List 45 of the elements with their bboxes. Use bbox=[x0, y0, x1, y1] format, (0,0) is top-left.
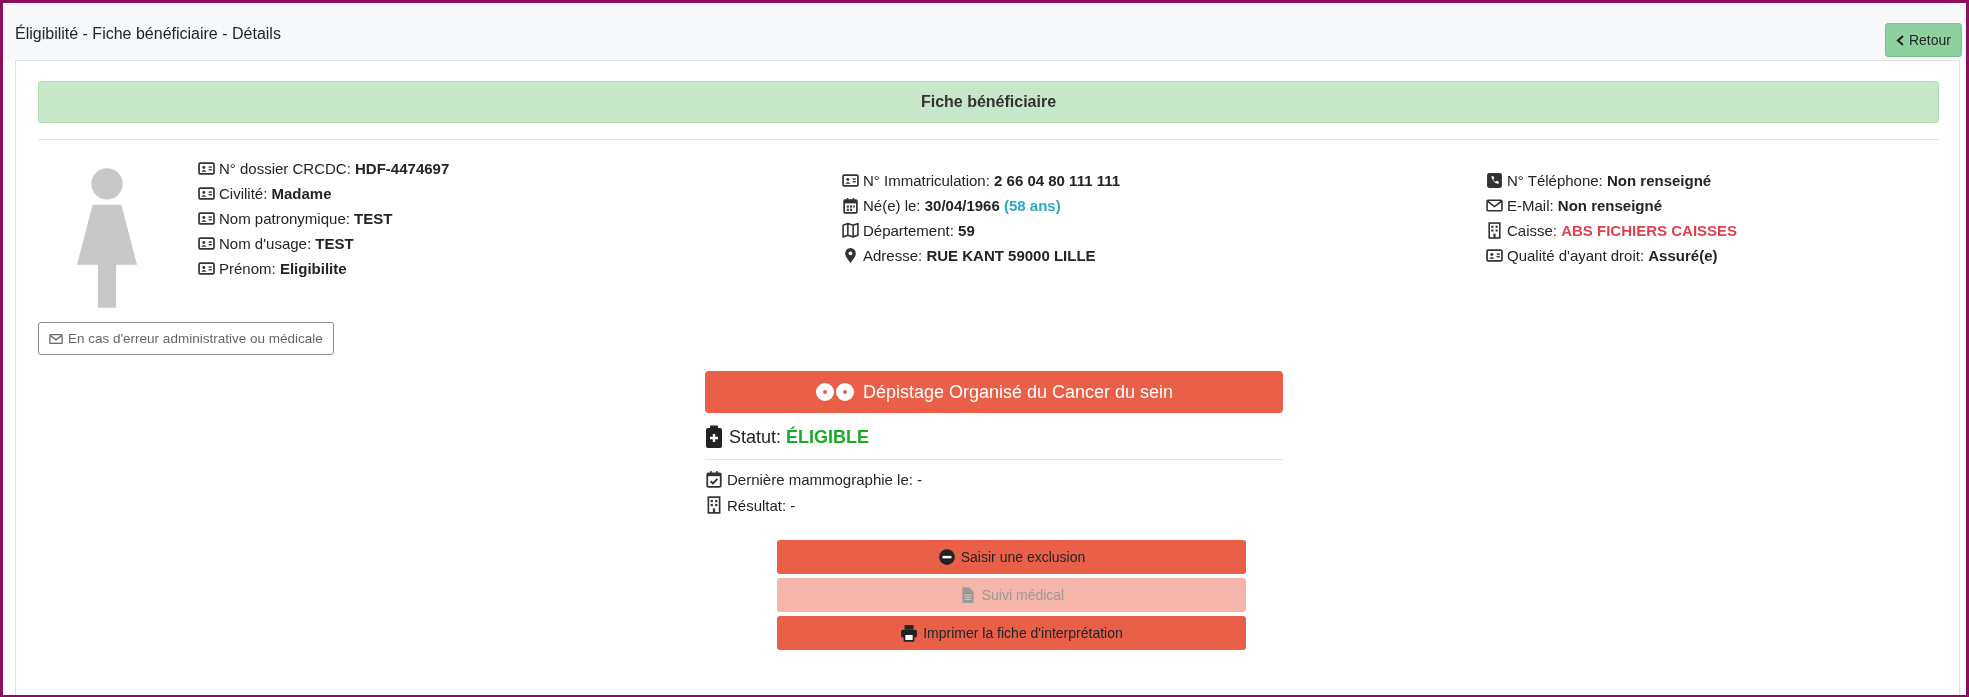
calendar-check-icon bbox=[705, 470, 723, 488]
field-text: Nom patronymique: TEST bbox=[219, 210, 393, 227]
id-card-icon bbox=[198, 260, 215, 277]
two-circles-icon bbox=[814, 382, 855, 402]
field-text: N° dossier CRCDC: HDF-4474697 bbox=[219, 160, 450, 177]
map-pin-icon bbox=[842, 247, 859, 264]
field-text: Civilité: Madame bbox=[219, 185, 332, 202]
printer-icon bbox=[900, 624, 919, 642]
envelope-icon bbox=[49, 331, 63, 346]
field-text: Résultat: - bbox=[727, 496, 796, 514]
action-button[interactable]: Saisir une exclusion bbox=[777, 540, 1246, 574]
minus-circle-icon bbox=[937, 548, 956, 566]
field-text: E-Mail: Non renseigné bbox=[1507, 197, 1663, 214]
id-card-icon bbox=[198, 235, 215, 252]
chevron-left-icon bbox=[1895, 34, 1905, 46]
back-button[interactable]: Retour bbox=[1884, 23, 1962, 57]
person-silhouette-icon bbox=[77, 168, 137, 308]
action-button[interactable]: Imprimer la fiche d'interprétation bbox=[777, 616, 1246, 650]
field-text: N° Téléphone: Non renseigné bbox=[1507, 172, 1712, 189]
clipboard-plus-icon bbox=[705, 425, 723, 449]
screening-banner: Dépistage Organisé du Cancer du sein bbox=[705, 371, 1283, 413]
envelope-icon bbox=[1486, 197, 1503, 214]
status-text: Statut: ÉLIGIBLE bbox=[729, 426, 870, 448]
field-text: Qualité d'ayant droit: Assuré(e) bbox=[1507, 247, 1718, 264]
field-text: N° Immatriculation: 2 66 04 80 111 111 bbox=[863, 172, 1121, 189]
field-text: Département: 59 bbox=[863, 222, 975, 239]
field-text: Prénom: Eligibilite bbox=[219, 260, 347, 277]
id-card-icon bbox=[842, 172, 859, 189]
section-header: Fiche bénéficiaire bbox=[38, 81, 1939, 123]
page-title: Éligibilité - Fiche bénéficiaire - Détails bbox=[15, 25, 281, 43]
id-card-icon bbox=[198, 210, 215, 227]
field-text: Caisse: ABS FICHIERS CAISSES bbox=[1507, 222, 1738, 239]
map-icon bbox=[842, 222, 859, 239]
building-icon bbox=[705, 496, 723, 514]
building-icon bbox=[1486, 222, 1503, 239]
report-error-button[interactable]: En cas d'erreur administrative ou médicale bbox=[38, 322, 334, 355]
field-text: Nom d'usage: TEST bbox=[219, 235, 354, 252]
phone-icon bbox=[1486, 172, 1503, 189]
field-text: Né(e) le: 30/04/1966 (58 ans) bbox=[863, 197, 1061, 214]
field-text: Adresse: RUE KANT 59000 LILLE bbox=[863, 247, 1096, 264]
id-card-icon bbox=[198, 185, 215, 202]
field-text: Dernière mammographie le: - bbox=[727, 470, 923, 488]
id-card-icon bbox=[198, 160, 215, 177]
calendar-icon bbox=[842, 197, 859, 214]
id-card-icon bbox=[1486, 247, 1503, 264]
